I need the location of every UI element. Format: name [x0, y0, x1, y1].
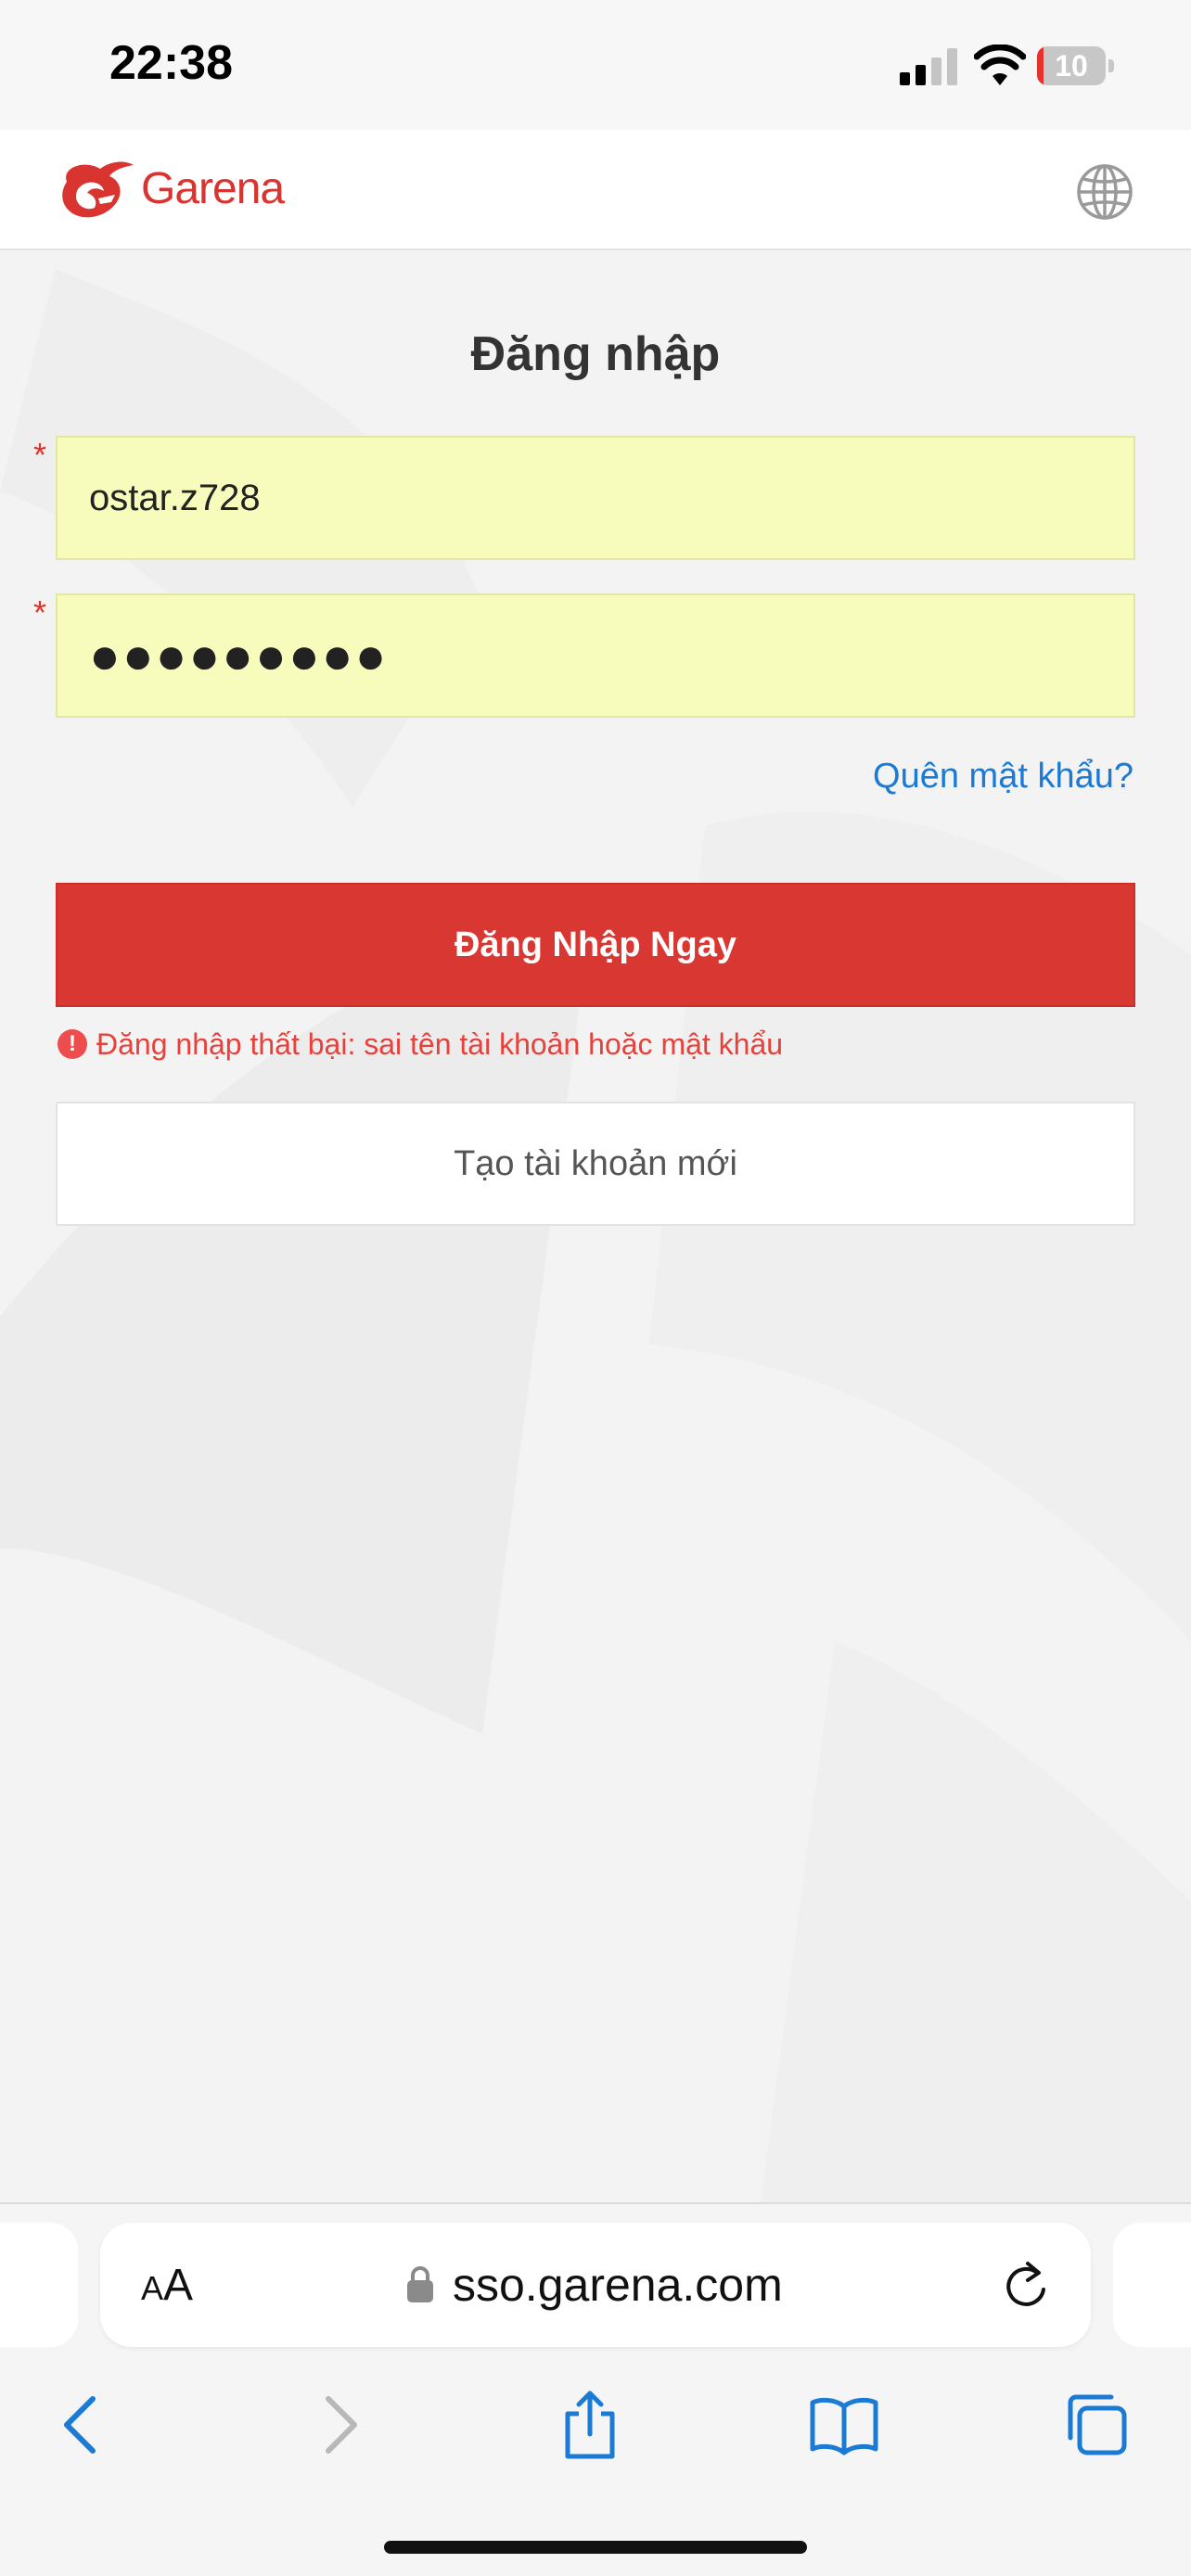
url-text[interactable]: sso.garena.com: [453, 2258, 783, 2312]
bookmarks-icon[interactable]: [807, 2388, 881, 2462]
previous-tab-preview[interactable]: [0, 2223, 78, 2347]
status-bar: 22:38 10: [0, 0, 1191, 130]
garena-logo-icon[interactable]: [58, 158, 137, 224]
battery-icon: 10: [1037, 46, 1115, 85]
screen: 22:38 10 Garena Đăng nhập * ostar.z728 *…: [0, 0, 1191, 2576]
required-marker: *: [33, 436, 47, 474]
home-indicator[interactable]: [384, 2541, 807, 2554]
cellular-signal-icon: [900, 48, 957, 85]
login-button[interactable]: Đăng Nhập Ngay: [56, 883, 1135, 1007]
error-message: ! Đăng nhập thất bại: sai tên tài khoản …: [58, 1026, 783, 1063]
back-icon[interactable]: [45, 2388, 119, 2462]
forward-icon[interactable]: [302, 2388, 377, 2462]
wifi-icon: [974, 45, 1026, 85]
share-icon[interactable]: [553, 2388, 627, 2462]
browser-toolbar: AA sso.garena.com: [0, 2202, 1191, 2576]
required-marker: *: [33, 593, 47, 631]
site-header: Garena: [0, 130, 1191, 250]
lock-icon: [407, 2266, 433, 2302]
error-text: Đăng nhập thất bại: sai tên tài khoản ho…: [96, 1027, 784, 1061]
password-field[interactable]: ●●●●●●●●●: [56, 593, 1135, 718]
error-icon: !: [58, 1029, 87, 1059]
tabs-icon[interactable]: [1059, 2388, 1133, 2462]
status-time: 22:38: [109, 36, 233, 90]
brand-name[interactable]: Garena: [141, 163, 285, 214]
username-field[interactable]: ostar.z728: [56, 436, 1135, 560]
forgot-password-link[interactable]: Quên mật khẩu?: [873, 757, 1133, 797]
text-size-button[interactable]: AA: [141, 2260, 193, 2311]
address-bar[interactable]: AA sso.garena.com: [100, 2223, 1091, 2347]
battery-level: 10: [1055, 49, 1088, 83]
next-tab-preview[interactable]: [1113, 2223, 1191, 2347]
create-account-button[interactable]: Tạo tài khoản mới: [56, 1102, 1135, 1226]
reload-icon[interactable]: [1000, 2260, 1052, 2312]
page-title: Đăng nhập: [470, 327, 721, 381]
globe-icon[interactable]: [1076, 163, 1133, 221]
